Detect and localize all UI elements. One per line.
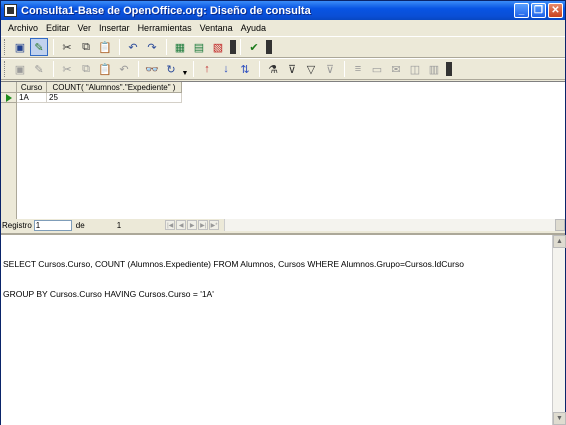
- mail-merge-icon[interactable]: ✉: [387, 60, 405, 78]
- separator: [193, 61, 194, 77]
- window-controls: _ ❐ ✕: [514, 3, 563, 18]
- design-view-icon[interactable]: ▤: [190, 38, 208, 56]
- toolbar-grip[interactable]: [4, 39, 7, 55]
- cut-icon[interactable]: ✂: [58, 38, 76, 56]
- record-navigation-bar: Registro 1 de 1 |◀ ◀ ▶ ▶| ▶*: [1, 219, 565, 231]
- restore-button[interactable]: ❐: [531, 3, 546, 18]
- undo-icon[interactable]: ↶: [124, 38, 142, 56]
- app-window: Consulta1-Base de OpenOffice.org: Diseño…: [0, 0, 566, 425]
- first-record-icon[interactable]: |◀: [165, 220, 176, 230]
- next-record-icon[interactable]: ▶: [187, 220, 198, 230]
- record-number-field[interactable]: 1: [33, 219, 72, 231]
- main-toolbar: ▣ ✎ ✂ ⧉ 📋 ↶ ↷ ▦ ▤ ▧ ✔: [1, 36, 565, 58]
- grid-header: Curso COUNT( "Alumnos"."Expediente" ): [17, 82, 182, 93]
- record-nav-buttons: |◀ ◀ ▶ ▶| ▶*: [165, 220, 220, 230]
- table-row: 1A 25: [17, 93, 182, 103]
- row-header-column: [1, 103, 17, 220]
- data-source-icon[interactable]: ◫: [406, 60, 424, 78]
- toolbar-overflow-icon-3[interactable]: [446, 62, 452, 76]
- save-record-icon[interactable]: ▣: [11, 60, 29, 78]
- separator: [344, 61, 345, 77]
- toolbar-overflow-icon[interactable]: [230, 40, 236, 54]
- last-record-icon[interactable]: ▶|: [198, 220, 209, 230]
- record-of-label: de: [75, 220, 85, 230]
- add-table-icon[interactable]: ▦: [171, 38, 189, 56]
- remove-filter-icon[interactable]: ⊽: [321, 60, 339, 78]
- window-title: Consulta1-Base de OpenOffice.org: Diseño…: [21, 4, 311, 17]
- refresh-icon[interactable]: ↻: [162, 60, 180, 78]
- explorer-icon[interactable]: ▥: [425, 60, 443, 78]
- separator: [240, 39, 241, 55]
- new-record-icon[interactable]: ▶*: [209, 220, 220, 230]
- separator: [53, 61, 54, 77]
- menu-insertar[interactable]: Insertar: [95, 23, 134, 33]
- menu-bar: Archivo Editar Ver Insertar Herramientas…: [1, 20, 565, 35]
- data-to-text-icon[interactable]: ≡: [349, 60, 367, 78]
- sort-icon[interactable]: ⇅: [236, 60, 254, 78]
- record-label: Registro: [2, 220, 32, 230]
- undo-icon[interactable]: ↶: [115, 60, 133, 78]
- copy-icon[interactable]: ⧉: [77, 60, 95, 78]
- find-record-icon[interactable]: 👓: [143, 60, 161, 78]
- menu-ventana[interactable]: Ventana: [196, 23, 237, 33]
- separator: [53, 39, 54, 55]
- delete-icon[interactable]: ▧: [209, 38, 227, 56]
- filter-icon[interactable]: ⊽: [283, 60, 301, 78]
- cell-curso[interactable]: 1A: [17, 93, 47, 103]
- toolbar-overflow-icon-2[interactable]: [266, 40, 272, 54]
- scroll-up-icon[interactable]: ▲: [553, 235, 566, 248]
- cut-icon[interactable]: ✂: [58, 60, 76, 78]
- previous-record-icon[interactable]: ◀: [176, 220, 187, 230]
- close-button[interactable]: ✕: [548, 3, 563, 18]
- standard-filter-icon[interactable]: ▽: [302, 60, 320, 78]
- toolbar-grip[interactable]: [4, 61, 7, 77]
- scroll-right-icon[interactable]: [555, 219, 565, 231]
- menu-ayuda[interactable]: Ayuda: [237, 23, 270, 33]
- sort-descending-icon[interactable]: ↓: [217, 60, 235, 78]
- scroll-down-icon[interactable]: ▼: [553, 412, 566, 425]
- menu-ver[interactable]: Ver: [74, 23, 96, 33]
- result-grid: Curso COUNT( "Alumnos"."Expediente" ) 1A…: [1, 81, 565, 220]
- edit-mode-icon[interactable]: ✎: [30, 38, 48, 56]
- separator: [119, 39, 120, 55]
- refresh-dropdown-icon[interactable]: ▼: [181, 61, 189, 77]
- data-to-fields-icon[interactable]: ▭: [368, 60, 386, 78]
- sql-line-1: SELECT Cursos.Curso, COUNT (Alumnos.Expe…: [3, 259, 464, 269]
- column-header-count[interactable]: COUNT( "Alumnos"."Expediente" ): [47, 82, 182, 93]
- record-total: 1: [116, 220, 122, 230]
- menu-editar[interactable]: Editar: [42, 23, 74, 33]
- copy-icon[interactable]: ⧉: [77, 38, 95, 56]
- menu-herramientas[interactable]: Herramientas: [134, 23, 196, 33]
- vertical-scrollbar[interactable]: ▲ ▼: [552, 235, 566, 425]
- save-icon[interactable]: ▣: [11, 38, 29, 56]
- menu-archivo[interactable]: Archivo: [4, 23, 42, 33]
- horizontal-scrollbar[interactable]: [224, 219, 555, 231]
- sort-ascending-icon[interactable]: ↑: [198, 60, 216, 78]
- cell-count[interactable]: 25: [47, 93, 182, 103]
- paste-icon[interactable]: 📋: [96, 60, 114, 78]
- title-bar[interactable]: Consulta1-Base de OpenOffice.org: Diseño…: [1, 1, 565, 20]
- current-row-marker[interactable]: [1, 93, 17, 103]
- redo-icon[interactable]: ↷: [143, 38, 161, 56]
- sql-editor[interactable]: SELECT Cursos.Curso, COUNT (Alumnos.Expe…: [1, 233, 566, 425]
- autofilter-icon[interactable]: ⚗: [264, 60, 282, 78]
- separator: [166, 39, 167, 55]
- minimize-button[interactable]: _: [514, 3, 529, 18]
- grid-corner[interactable]: [1, 82, 17, 93]
- query-toolbar: ▣ ✎ ✂ ⧉ 📋 ↶ 👓 ↻ ▼ ↑ ↓ ⇅ ⚗ ⊽ ▽ ⊽ ≡ ▭ ✉ ◫ …: [1, 58, 565, 80]
- run-sql-icon[interactable]: ✔: [245, 38, 263, 56]
- paste-icon[interactable]: 📋: [96, 38, 114, 56]
- separator: [138, 61, 139, 77]
- edit-data-icon[interactable]: ✎: [30, 60, 48, 78]
- column-header-curso[interactable]: Curso: [17, 82, 47, 93]
- sql-text[interactable]: SELECT Cursos.Curso, COUNT (Alumnos.Expe…: [3, 239, 549, 319]
- sql-line-2: GROUP BY Cursos.Curso HAVING Cursos.Curs…: [3, 289, 214, 299]
- app-icon[interactable]: [4, 4, 17, 17]
- separator: [259, 61, 260, 77]
